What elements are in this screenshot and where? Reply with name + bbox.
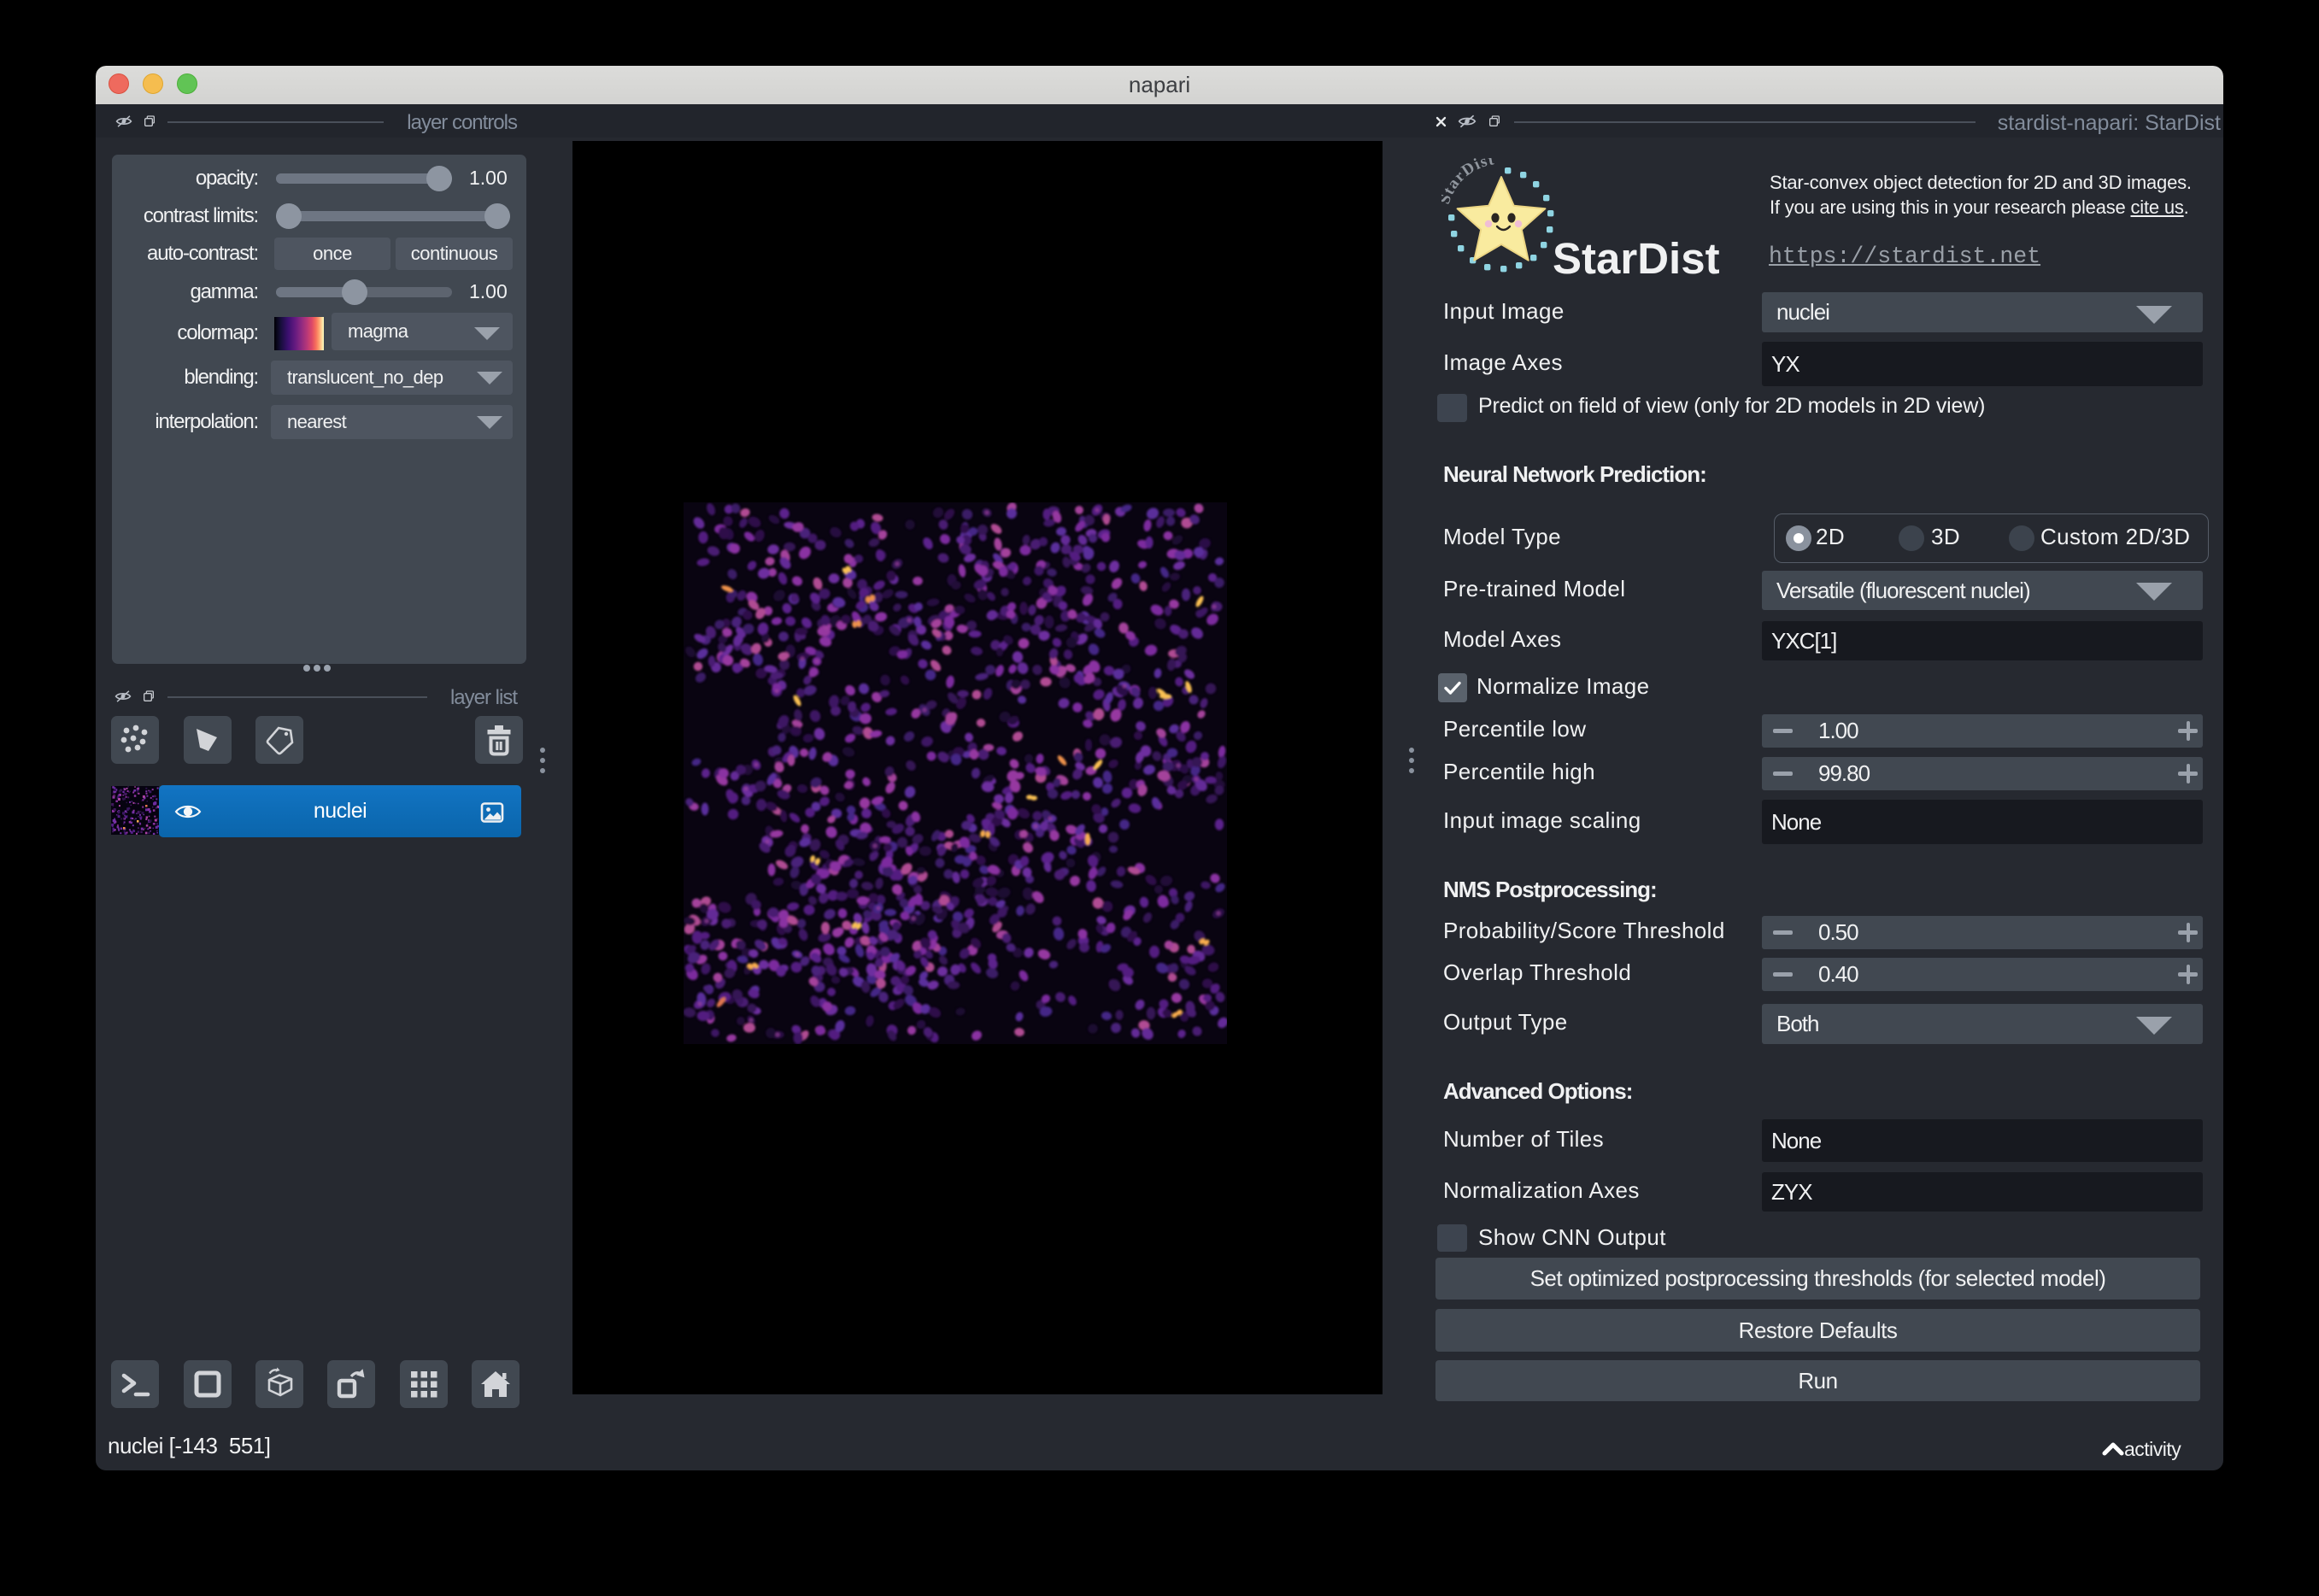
svg-text:StarDist: StarDist bbox=[1441, 158, 1496, 207]
